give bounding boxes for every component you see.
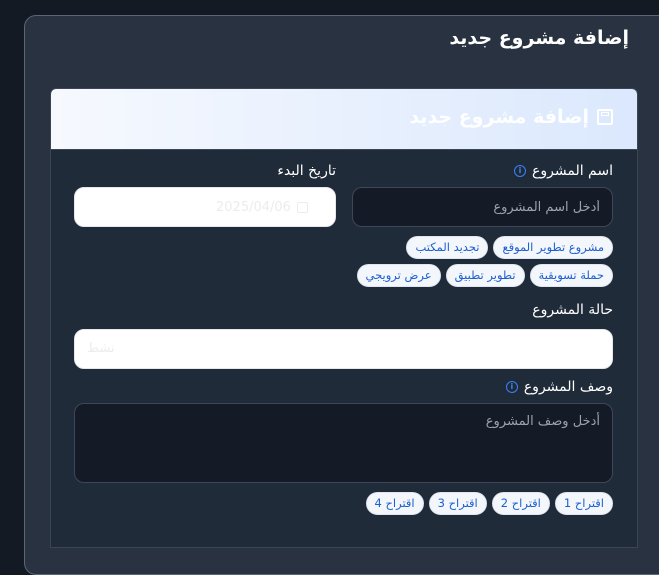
- info-icon[interactable]: i: [514, 165, 527, 177]
- start-date-input[interactable]: 2025/04/06: [74, 187, 336, 227]
- description-textarea[interactable]: [74, 403, 613, 483]
- page-title: إضافة مشروع جديد: [449, 27, 629, 49]
- calendar-icon[interactable]: [296, 202, 308, 213]
- suggestion-chip[interactable]: حملة تسويقية: [529, 264, 613, 287]
- start-date-label: تاريخ البدء: [277, 163, 336, 179]
- suggestion-chip[interactable]: اقتراح 4: [365, 492, 424, 515]
- suggestion-chip[interactable]: اقتراح 3: [428, 492, 487, 515]
- suggestion-chip[interactable]: تجديد المكتب: [406, 236, 489, 259]
- status-select[interactable]: نشط: [74, 329, 613, 369]
- description-suggestions: اقتراح 1 اقتراح 2 اقتراح 3 اقتراح 4: [365, 492, 613, 515]
- project-name-label: اسم المشروع i: [514, 163, 613, 179]
- suggestion-chip[interactable]: اقتراح 2: [491, 492, 550, 515]
- description-label: وصف المشروع i: [505, 379, 613, 395]
- project-name-suggestions-row2: حملة تسويقية تطوير تطبيق عرض ترويجي: [356, 264, 613, 287]
- suggestion-chip[interactable]: اقتراح 1: [554, 492, 613, 515]
- info-icon[interactable]: i: [505, 381, 518, 393]
- start-date-value: 2025/04/06: [216, 200, 291, 215]
- status-value: نشط: [87, 341, 115, 356]
- save-icon: [597, 109, 613, 125]
- card-header: إضافة مشروع جديد: [51, 89, 637, 150]
- status-label: حالة المشروع: [532, 302, 613, 318]
- suggestion-chip[interactable]: عرض ترويجي: [356, 264, 441, 287]
- project-name-suggestions: مشروع تطوير الموقع تجديد المكتب: [406, 236, 613, 259]
- suggestion-chip[interactable]: مشروع تطوير الموقع: [493, 236, 613, 259]
- card-title-text: إضافة مشروع جديد: [409, 106, 589, 128]
- card-title: إضافة مشروع جديد: [409, 106, 613, 128]
- suggestion-chip[interactable]: تطوير تطبيق: [445, 264, 525, 287]
- project-name-input[interactable]: [352, 187, 613, 227]
